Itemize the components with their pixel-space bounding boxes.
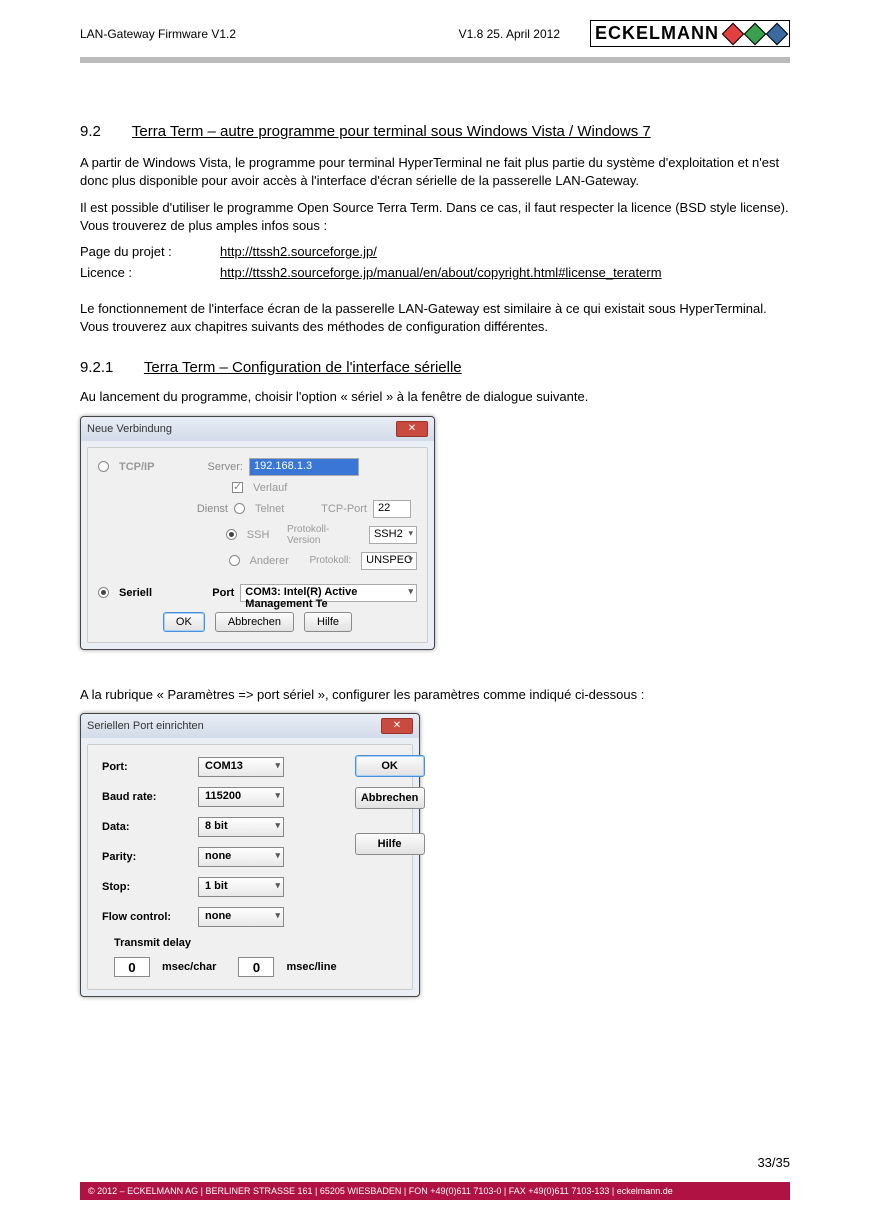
port-combo[interactable]: COM13 <box>198 757 284 777</box>
proto-label: Protokoll: <box>304 555 351 566</box>
stop-combo[interactable]: 1 bit <box>198 877 284 897</box>
close-icon[interactable]: ✕ <box>381 718 413 734</box>
data-combo[interactable]: 8 bit <box>198 817 284 837</box>
license-link-row: Licence : http://ttssh2.sourceforge.jp/m… <box>80 265 790 280</box>
dialog-title: Neue Verbindung <box>87 423 396 435</box>
ok-button[interactable]: OK <box>163 612 205 632</box>
ssh-label: SSH <box>247 529 281 541</box>
tcp-port-label: TCP-Port <box>311 503 367 515</box>
cancel-button[interactable]: Abbrechen <box>355 787 425 809</box>
project-link-label: Page du projet : <box>80 244 220 259</box>
flow-label: Flow control: <box>102 911 198 923</box>
tcpip-radio[interactable] <box>98 461 109 472</box>
subsection-number: 9.2.1 <box>80 359 140 376</box>
new-connection-dialog: Neue Verbindung ✕ TCP/IP Server: 192.168… <box>80 416 435 650</box>
tcp-port-input[interactable]: 22 <box>373 500 411 518</box>
doc-version-date: V1.8 25. April 2012 <box>459 27 560 41</box>
data-label: Data: <box>102 821 198 833</box>
section-number: 9.2 <box>80 123 128 140</box>
section-p2: Il est possible d'utiliser le programme … <box>80 199 790 234</box>
logo-square-blue-icon <box>766 22 789 45</box>
logo-square-red-icon <box>722 22 745 45</box>
msec-char-label: msec/char <box>162 961 216 973</box>
serial-port-setup-dialog: Seriellen Port einrichten ✕ Port: COM13 … <box>80 713 420 997</box>
server-label: Server: <box>189 461 243 473</box>
page-header: LAN-Gateway Firmware V1.2 V1.8 25. April… <box>0 0 870 47</box>
parity-combo[interactable]: none <box>198 847 284 867</box>
msec-line-label: msec/line <box>286 961 336 973</box>
seriell-radio[interactable] <box>98 587 109 598</box>
cancel-button[interactable]: Abbrechen <box>215 612 294 632</box>
server-input[interactable]: 192.168.1.3 <box>249 458 359 476</box>
dialog-titlebar: Neue Verbindung ✕ <box>81 417 434 441</box>
license-link-label: Licence : <box>80 265 220 280</box>
port-label: Port: <box>102 761 198 773</box>
page-footer: © 2012 – ECKELMANN AG | BERLINER STRASSE… <box>80 1182 790 1200</box>
ssh-radio[interactable] <box>226 529 237 540</box>
baud-combo[interactable]: 115200 <box>198 787 284 807</box>
doc-title: LAN-Gateway Firmware V1.2 <box>80 27 459 41</box>
flow-combo[interactable]: none <box>198 907 284 927</box>
section-title: Terra Term – autre programme pour termin… <box>132 123 651 140</box>
dialog2-body: Port: COM13 Baud rate: 115200 Data: 8 bi… <box>87 744 413 990</box>
msec-char-input[interactable] <box>114 957 150 977</box>
license-link-url[interactable]: http://ttssh2.sourceforge.jp/manual/en/a… <box>220 265 662 280</box>
seriell-label: Seriell <box>119 587 178 599</box>
telnet-radio[interactable] <box>234 503 245 514</box>
subsection-title: Terra Term – Configuration de l'interfac… <box>144 359 462 376</box>
dienst-label: Dienst <box>174 503 228 515</box>
proto-ver-combo[interactable]: SSH2 <box>369 526 417 544</box>
dialog2-title: Seriellen Port einrichten <box>87 720 381 732</box>
help-button[interactable]: Hilfe <box>355 833 425 855</box>
anderer-label: Anderer <box>250 555 299 567</box>
proto-ver-label: Protokoll-Version <box>287 524 359 546</box>
project-link-row: Page du projet : http://ttssh2.sourcefor… <box>80 244 790 259</box>
section-p1: A partir de Windows Vista, le programme … <box>80 154 790 189</box>
subsection-intro2: A la rubrique « Paramètres => port série… <box>80 686 790 704</box>
parity-label: Parity: <box>102 851 198 863</box>
anderer-radio[interactable] <box>229 555 240 566</box>
dialog-body: TCP/IP Server: 192.168.1.3 Verlauf Diens… <box>87 447 428 643</box>
ok-button[interactable]: OK <box>355 755 425 777</box>
project-link-url[interactable]: http://ttssh2.sourceforge.jp/ <box>220 244 377 259</box>
page-number: 33/35 <box>757 1155 790 1170</box>
serial-port-combo[interactable]: COM3: Intel(R) Active Management Te <box>240 584 417 602</box>
subsection-heading: 9.2.1 Terra Term – Configuration de l'in… <box>80 359 790 376</box>
verlauf-checkbox[interactable] <box>232 482 243 493</box>
logo-square-green-icon <box>744 22 767 45</box>
subsection-intro: Au lancement du programme, choisir l'opt… <box>80 388 790 406</box>
section-p3: Le fonctionnement de l'interface écran d… <box>80 300 790 335</box>
close-icon[interactable]: ✕ <box>396 421 428 437</box>
section-heading: 9.2 Terra Term – autre programme pour te… <box>80 123 790 140</box>
tcpip-label: TCP/IP <box>119 461 183 473</box>
transmit-delay-group: Transmit delay msec/char msec/line <box>102 937 337 977</box>
baud-label: Baud rate: <box>102 791 198 803</box>
logo: ECKELMANN <box>590 20 790 47</box>
telnet-label: Telnet <box>255 503 305 515</box>
msec-line-input[interactable] <box>238 957 274 977</box>
stop-label: Stop: <box>102 881 198 893</box>
help-button[interactable]: Hilfe <box>304 612 352 632</box>
transmit-delay-title: Transmit delay <box>114 937 337 949</box>
port-label: Port <box>184 587 234 599</box>
proto-combo[interactable]: UNSPEC <box>361 552 417 570</box>
verlauf-label: Verlauf <box>253 482 287 494</box>
page-content: 9.2 Terra Term – autre programme pour te… <box>0 63 870 997</box>
logo-text: ECKELMANN <box>595 23 719 44</box>
dialog2-titlebar: Seriellen Port einrichten ✕ <box>81 714 419 738</box>
